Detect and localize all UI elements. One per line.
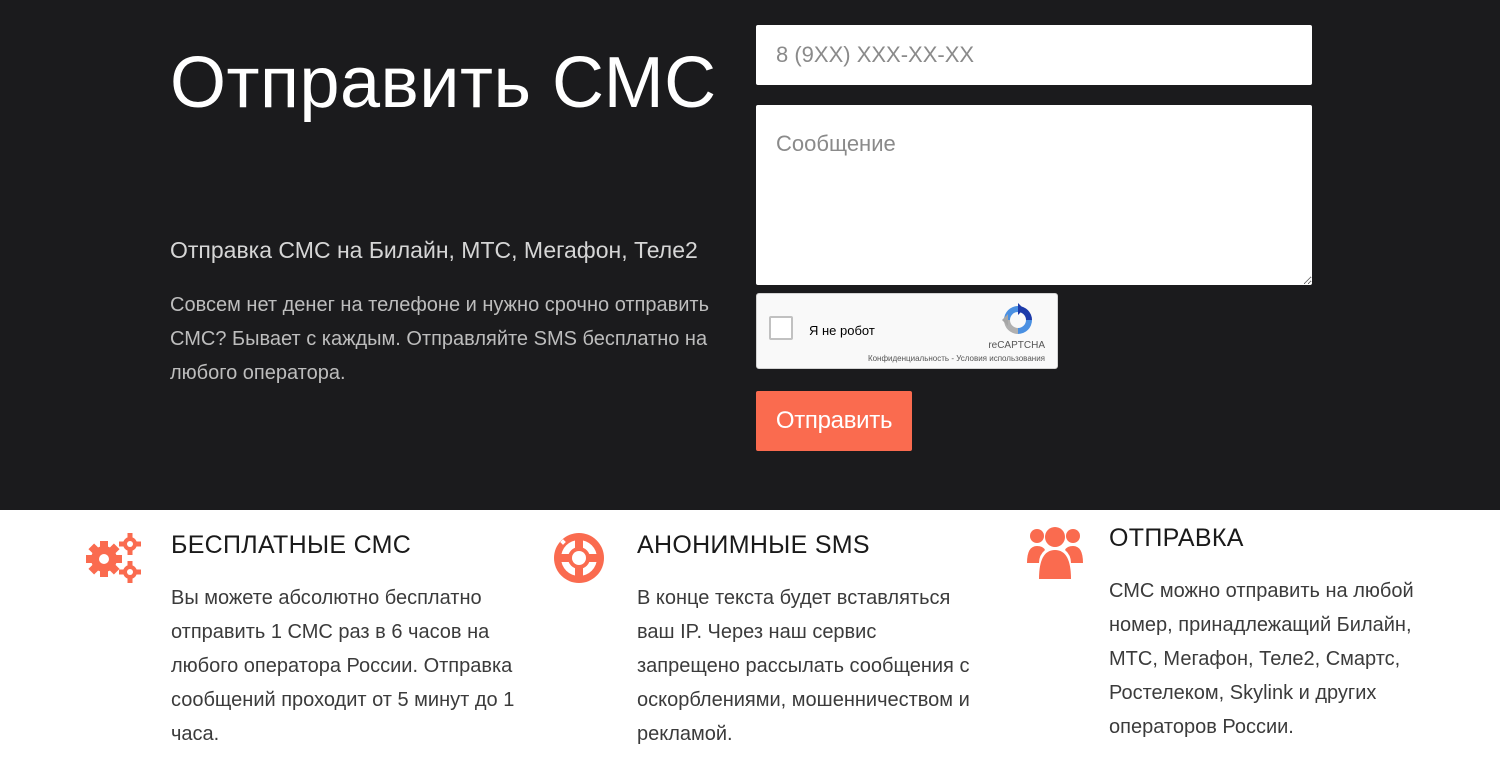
recaptcha-links: Конфиденциальность - Условия использован… [868,354,1045,363]
recaptcha-privacy-link[interactable]: Конфиденциальность [868,354,949,363]
recaptcha-widget: Я не робот reCAPTCHA Конфиденциальность … [756,293,1058,369]
feature-text-free: Вы можете абсолютно бесплатно отправить … [171,587,515,745]
feature-title-free: БЕСПЛАТНЫЕ СМС [171,531,412,559]
feature-text-anonymous: В конце текста будет вставляться ваш IP.… [637,587,970,745]
recaptcha-checkbox[interactable] [769,316,793,340]
page-title: Отправить СМС [170,43,717,123]
feature-title-sending: ОТПРАВКА [1109,524,1244,552]
hero-subtitle: Отправка СМС на Билайн, МТС, Мегафон, Те… [170,237,698,263]
hero-description: Совсем нет денег на телефоне и нужно сро… [170,294,709,384]
recaptcha-brand: reCAPTCHA [988,340,1045,351]
recaptcha-terms-link[interactable]: Условия использования [956,354,1045,363]
gears-icon [86,533,141,583]
recaptcha-label: Я не робот [809,323,875,338]
recaptcha-logo-icon [1002,303,1032,334]
users-icon [1027,527,1083,579]
message-input[interactable] [756,105,1312,285]
phone-input[interactable] [756,25,1312,85]
hero-section: Отправить СМС Отправка СМС на Билайн, МТ… [0,0,1500,510]
feature-title-anonymous: АНОНИМНЫЕ SMS [637,531,870,559]
submit-button[interactable]: Отправить [756,391,912,451]
feature-text-sending: СМС можно отправить на любой номер, прин… [1109,580,1414,738]
life-ring-icon [554,533,604,583]
